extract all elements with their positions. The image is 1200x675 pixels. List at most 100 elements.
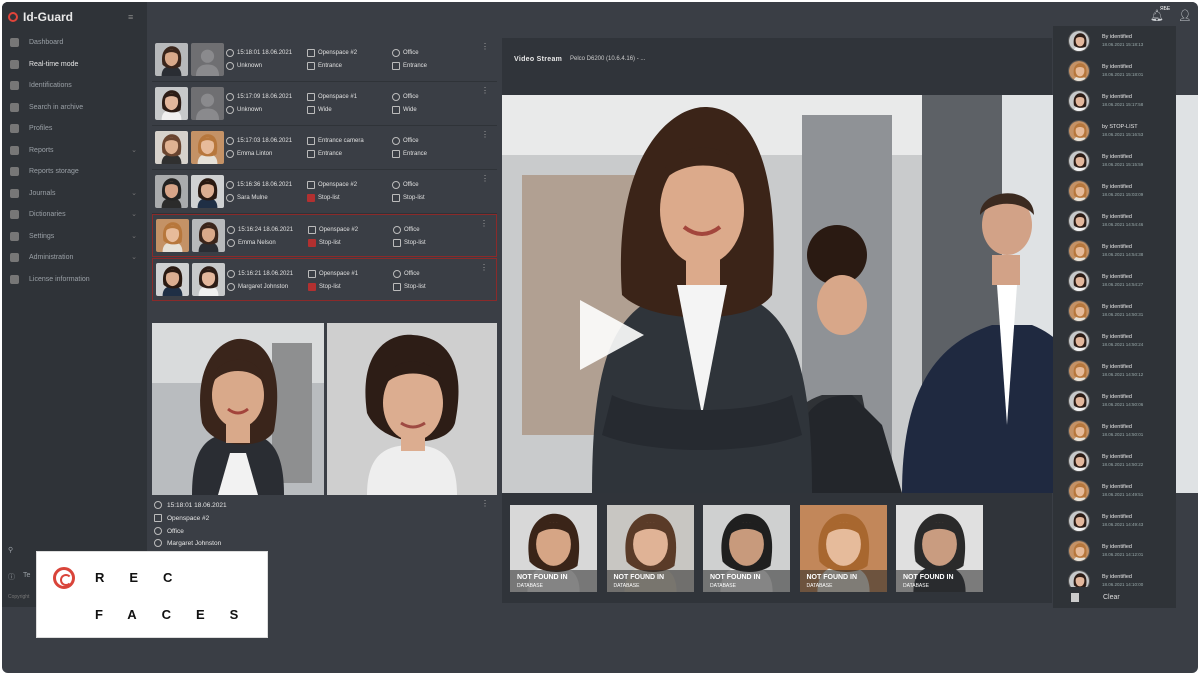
event-field-text: 15:16:21 18.06.2021 bbox=[238, 270, 294, 277]
video-stream-panel: Video Stream Pelco D6200 (10.6.4.16) - .… bbox=[502, 38, 1198, 603]
sidebar-item[interactable]: Reports storage bbox=[2, 161, 147, 183]
sidebar-item[interactable]: Dashboard bbox=[2, 32, 147, 54]
notification-time: 18.06.2021 14:50:22 bbox=[1102, 462, 1144, 467]
clear-button[interactable]: Clear bbox=[1053, 587, 1176, 607]
event-column: 15:16:21 18.06.2021 Margaret Johnston bbox=[227, 267, 293, 293]
notification-time: 18.06.2021 14:50:06 bbox=[1102, 402, 1144, 407]
event-profile-thumb bbox=[192, 219, 225, 252]
sidebar-item[interactable]: Reports ⌄ bbox=[2, 140, 147, 162]
event-field-text: Stop-list bbox=[318, 194, 340, 201]
notification-item[interactable]: by STOP-LIST 18.06.2021 15:16:53 bbox=[1053, 116, 1176, 146]
detail-camera: Openspace #2 bbox=[154, 514, 209, 522]
sidebar-bottom-item[interactable]: ⓘ Te bbox=[8, 572, 30, 582]
detail-menu-icon[interactable]: ⋮ bbox=[481, 499, 489, 508]
search-icon[interactable]: ⚲ bbox=[8, 546, 13, 554]
notification-item[interactable]: By identified 18.06.2021 14:54:27 bbox=[1053, 266, 1176, 296]
event-menu-icon[interactable]: ⋮ bbox=[480, 263, 488, 272]
notification-item[interactable]: By identified 18.06.2021 14:49:51 bbox=[1053, 476, 1176, 506]
clock-icon bbox=[226, 136, 234, 145]
event-row[interactable]: 15:16:24 18.06.2021 Emma Nelson Openspace … bbox=[152, 214, 497, 257]
notification-item[interactable]: By identified 18.06.2021 14:49:43 bbox=[1053, 506, 1176, 536]
not-found-card[interactable]: NOT FOUND IN DATABASE bbox=[510, 505, 597, 592]
notification-text: By identified 18.06.2021 15:18:01 bbox=[1102, 63, 1143, 79]
event-column: Office Wide bbox=[392, 90, 419, 116]
not-found-label: NOT FOUND IN DATABASE bbox=[703, 570, 790, 592]
event-field-text: Entrance bbox=[403, 62, 428, 69]
event-field: Openspace #1 bbox=[308, 267, 358, 280]
event-row[interactable]: 15:17:03 18.06.2021 Emma Linton Entrance c… bbox=[152, 126, 497, 170]
notification-item[interactable]: By identified 18.06.2021 15:15:59 bbox=[1053, 146, 1176, 176]
notification-item[interactable]: By identified 18.06.2021 15:18:13 bbox=[1053, 26, 1176, 56]
event-menu-icon[interactable]: ⋮ bbox=[481, 130, 489, 139]
notification-label: By identified bbox=[1102, 484, 1132, 490]
notification-item[interactable]: By identified 18.06.2021 15:03:09 bbox=[1053, 176, 1176, 206]
event-field: Stop-list bbox=[307, 191, 357, 204]
user-icon[interactable]: 👤︎ bbox=[1178, 10, 1192, 22]
sidebar-item[interactable]: License information bbox=[2, 269, 147, 291]
event-field: 15:16:21 18.06.2021 bbox=[227, 267, 293, 280]
event-field-text: Stop-list bbox=[404, 283, 426, 290]
sidebar-item-icon bbox=[10, 188, 19, 198]
notification-item[interactable]: By identified 18.06.2021 14:50:22 bbox=[1053, 446, 1176, 476]
camera-icon bbox=[307, 180, 315, 189]
notification-label: by STOP-LIST bbox=[1102, 124, 1138, 130]
event-field: Entrance bbox=[392, 147, 427, 160]
chevron-down-icon: ⌄ bbox=[131, 146, 137, 154]
event-column: Openspace #1 Stop-list bbox=[308, 267, 358, 293]
notification-item[interactable]: By identified 18.06.2021 14:50:31 bbox=[1053, 296, 1176, 326]
event-field-text: Wide bbox=[403, 106, 417, 113]
status-icon bbox=[307, 61, 315, 70]
sidebar-item[interactable]: Dictionaries ⌄ bbox=[2, 204, 147, 226]
chevron-down-icon: ⌄ bbox=[131, 232, 137, 240]
detail-time: 15:18:01 18.06.2021 bbox=[154, 501, 227, 509]
door-icon bbox=[393, 238, 401, 247]
event-row[interactable]: 15:17:09 18.06.2021 Unknown Openspace #1 Wi… bbox=[152, 82, 497, 126]
notification-item[interactable]: By identified 18.06.2021 14:50:06 bbox=[1053, 386, 1176, 416]
event-field: Office bbox=[393, 223, 426, 236]
notification-item[interactable]: By identified 18.06.2021 15:17:58 bbox=[1053, 86, 1176, 116]
sidebar-item-label: Profiles bbox=[29, 125, 53, 133]
not-found-line2: DATABASE bbox=[903, 583, 929, 589]
sidebar-item[interactable]: Real-time mode bbox=[2, 54, 147, 76]
sidebar-item[interactable]: Identifications bbox=[2, 75, 147, 97]
sidebar-item[interactable]: Administration ⌄ bbox=[2, 247, 147, 269]
event-row[interactable]: 15:16:36 18.06.2021 Sara Mulne Openspace #… bbox=[152, 170, 497, 214]
sidebar-item[interactable]: Journals ⌄ bbox=[2, 183, 147, 205]
event-field-text: Unknown bbox=[237, 62, 263, 69]
notification-item[interactable]: By identified 18.06.2021 14:54:38 bbox=[1053, 236, 1176, 266]
menu-toggle-icon[interactable]: ≡ bbox=[128, 12, 133, 22]
event-menu-icon[interactable]: ⋮ bbox=[480, 219, 488, 228]
notification-time: 18.06.2021 14:54:27 bbox=[1102, 282, 1144, 287]
event-menu-icon[interactable]: ⋮ bbox=[481, 86, 489, 95]
detail-person: Margaret Johnston bbox=[154, 539, 221, 547]
event-field: 15:17:03 18.06.2021 bbox=[226, 134, 292, 147]
sidebar-item-icon bbox=[10, 274, 19, 284]
door-icon bbox=[392, 193, 400, 202]
camera-select[interactable]: Pelco D6200 (10.6.4.16) - ... bbox=[570, 56, 645, 62]
notification-item[interactable]: By identified 18.06.2021 14:50:12 bbox=[1053, 356, 1176, 386]
sidebar-item[interactable]: Settings ⌄ bbox=[2, 226, 147, 248]
sidebar-item-label: Settings bbox=[29, 232, 55, 240]
event-menu-icon[interactable]: ⋮ bbox=[481, 174, 489, 183]
event-row[interactable]: 15:18:01 18.06.2021 Unknown Openspace #2 En… bbox=[152, 38, 497, 82]
notification-item[interactable]: By identified 18.06.2021 15:18:01 bbox=[1053, 56, 1176, 86]
status-icon bbox=[307, 105, 315, 114]
event-field-text: Wide bbox=[318, 106, 332, 113]
notification-text: By identified 18.06.2021 15:18:13 bbox=[1102, 33, 1143, 49]
not-found-card[interactable]: NOT FOUND IN DATABASE bbox=[896, 505, 983, 592]
notification-time: 18.06.2021 14:49:43 bbox=[1102, 522, 1144, 527]
notification-item[interactable]: By identified 18.06.2021 14:50:01 bbox=[1053, 416, 1176, 446]
notification-item[interactable]: By identified 18.06.2021 14:54:46 bbox=[1053, 206, 1176, 236]
notification-item[interactable]: By identified 18.06.2021 14:50:24 bbox=[1053, 326, 1176, 356]
event-menu-icon[interactable]: ⋮ bbox=[481, 42, 489, 51]
event-field: Stop-list bbox=[308, 236, 358, 249]
notification-avatar bbox=[1068, 300, 1090, 322]
not-found-card[interactable]: NOT FOUND IN DATABASE bbox=[703, 505, 790, 592]
not-found-card[interactable]: NOT FOUND IN DATABASE bbox=[799, 505, 887, 592]
sidebar-item[interactable]: Profiles bbox=[2, 118, 147, 140]
not-found-card[interactable]: NOT FOUND IN DATABASE bbox=[606, 505, 694, 592]
notification-item[interactable]: By identified 18.06.2021 14:12:01 bbox=[1053, 536, 1176, 566]
bell-icon[interactable]: 🔔︎ bbox=[1150, 10, 1164, 22]
event-row[interactable]: 15:16:21 18.06.2021 Margaret Johnston Open… bbox=[152, 258, 497, 301]
sidebar-item[interactable]: Search in archive bbox=[2, 97, 147, 119]
